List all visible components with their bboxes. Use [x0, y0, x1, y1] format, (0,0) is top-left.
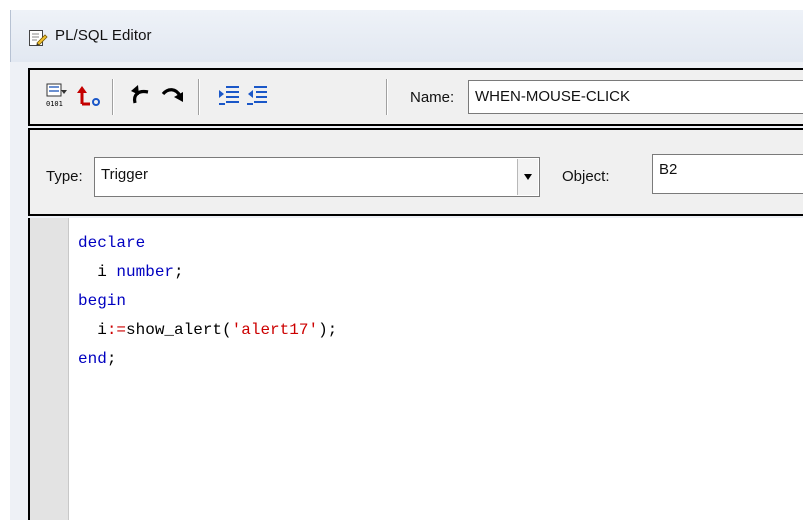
title-bar: PL/SQL Editor [10, 10, 803, 62]
indent-button[interactable] [214, 82, 244, 112]
chevron-down-icon [523, 168, 533, 186]
name-label: Name: [410, 89, 455, 106]
edit-document-icon [28, 28, 48, 48]
type-object-bar: Type: Trigger Object: B2 [28, 128, 803, 216]
code-token: i [97, 321, 107, 339]
revert-button[interactable] [74, 82, 104, 112]
code-token: i [97, 263, 117, 281]
code-token: end [78, 350, 107, 368]
code-token: number [116, 263, 175, 281]
code-line[interactable]: begin [78, 287, 337, 316]
redo-icon [160, 82, 186, 113]
type-select[interactable]: Trigger [94, 157, 540, 197]
code-line[interactable]: i number; [78, 258, 337, 287]
type-label: Type: [46, 168, 83, 185]
outdent-icon [245, 83, 269, 112]
code-text[interactable]: declare i number; begin i:=show_alert('al… [78, 229, 337, 374]
code-token: := [106, 321, 127, 339]
code-line[interactable]: declare [78, 229, 337, 258]
compile-button[interactable]: 0101 [42, 82, 72, 112]
toolbar-separator [112, 79, 114, 115]
editor-gutter [30, 218, 69, 520]
compile-binary-icon: 0101 [44, 82, 70, 113]
code-token: begin [78, 292, 127, 310]
indent-icon [217, 83, 241, 112]
type-dropdown-button[interactable] [517, 159, 538, 195]
toolbar-separator [198, 79, 200, 115]
object-label: Object: [562, 168, 610, 185]
object-field[interactable]: B2 [652, 154, 803, 194]
name-field[interactable]: WHEN-MOUSE-CLICK [468, 80, 803, 114]
code-token: ; [174, 263, 184, 281]
code-token: ; [106, 350, 117, 368]
outdent-button[interactable] [242, 82, 272, 112]
code-token: declare [78, 234, 146, 252]
editor-toolbar: 0101 Name: WHEN-MOUSE-CLICK [28, 68, 803, 126]
code-token: show_alert( [126, 321, 232, 339]
code-line[interactable]: i:=show_alert('alert17'); [78, 316, 337, 345]
toolbar-separator [386, 79, 388, 115]
red-arrow-revert-icon [76, 82, 102, 113]
svg-text:0101: 0101 [46, 100, 63, 108]
plsql-editor-window: PL/SQL Editor 0101 Name: WHEN-MOUSE-CLIC… [10, 10, 803, 520]
code-editor[interactable]: declare i number; begin i:=show_alert('al… [28, 218, 803, 520]
code-line[interactable]: end; [78, 345, 337, 374]
type-select-value: Trigger [101, 166, 148, 183]
undo-button[interactable] [126, 82, 156, 112]
undo-icon [128, 82, 154, 113]
code-token: ); [318, 321, 338, 339]
redo-button[interactable] [158, 82, 188, 112]
window-title: PL/SQL Editor [55, 27, 152, 44]
code-token: 'alert17' [231, 321, 319, 339]
